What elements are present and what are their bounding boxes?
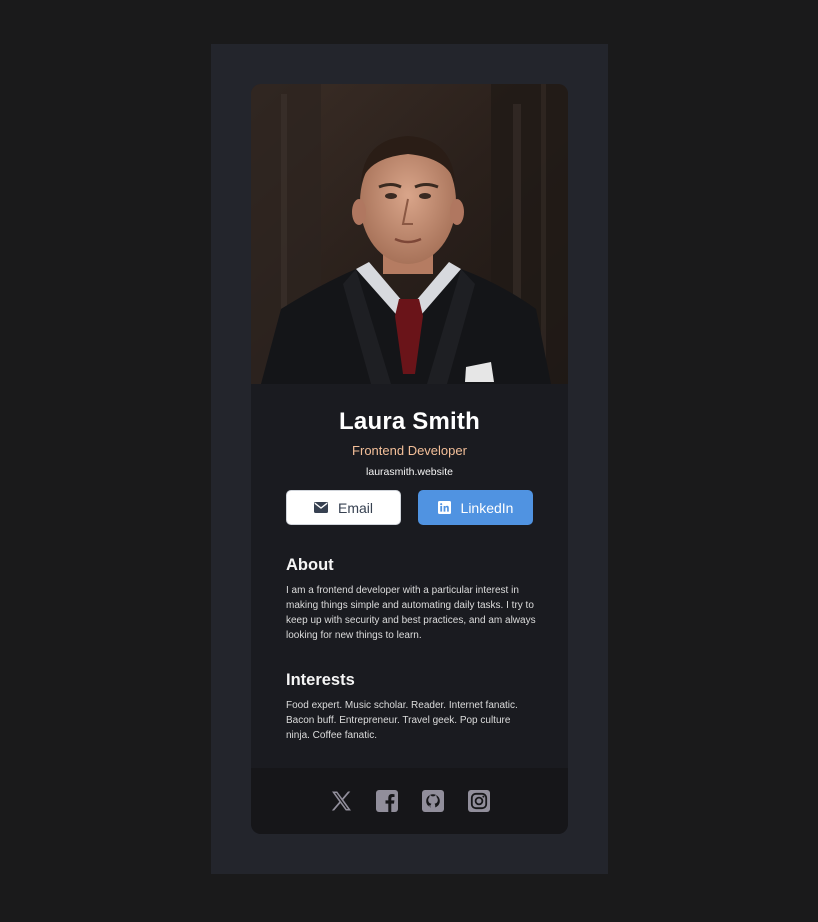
about-heading: About [286,556,334,574]
about-section: About I am a frontend developer with a p… [286,556,536,643]
linkedin-icon [437,501,451,514]
interests-text: Food expert. Music scholar. Reader. Inte… [286,700,518,741]
linkedin-button[interactable]: LinkedIn [418,490,533,525]
profile-website-link[interactable]: laurasmith.website [251,466,568,478]
social-footer [251,768,568,834]
profile-role: Frontend Developer [352,443,467,458]
x-icon[interactable] [329,789,353,813]
email-button[interactable]: Email [286,490,401,525]
linkedin-button-label: LinkedIn [460,499,514,516]
page-frame: Laura Smith Frontend Developer laurasmit… [211,44,608,874]
about-text: I am a frontend developer with a particu… [286,585,536,641]
profile-card: Laura Smith Frontend Developer laurasmit… [251,84,568,834]
email-button-label: Email [337,499,373,516]
envelope-icon [313,502,328,513]
profile-name: Laura Smith [339,408,480,435]
interests-section: Interests Food expert. Music scholar. Re… [286,671,536,743]
facebook-icon[interactable] [375,789,399,813]
profile-photo [251,84,568,384]
instagram-icon[interactable] [467,789,491,813]
interests-heading: Interests [286,671,355,689]
github-icon[interactable] [421,789,445,813]
contact-buttons: Email LinkedIn [286,490,533,525]
profile-info: Laura Smith Frontend Developer laurasmit… [251,384,568,478]
